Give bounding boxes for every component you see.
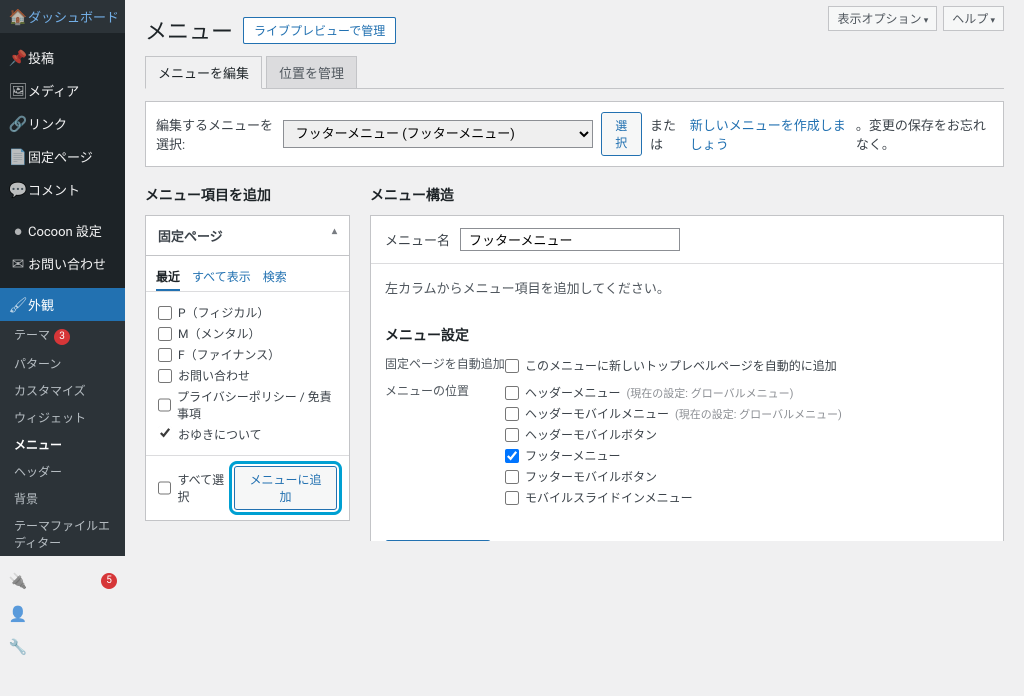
menu-selector-row: 編集するメニューを選択: フッターメニュー (フッターメニュー) 選択 または新… bbox=[145, 101, 1004, 167]
submenu-menus[interactable]: メニュー bbox=[0, 431, 125, 458]
submenu-widgets[interactable]: ウィジェット bbox=[0, 404, 125, 431]
or-text: または bbox=[650, 115, 682, 153]
link-icon: 🔗 bbox=[8, 115, 28, 133]
tab-manage-locations[interactable]: 位置を管理 bbox=[266, 56, 357, 88]
live-preview-button[interactable]: ライブプレビューで管理 bbox=[243, 17, 396, 44]
menu-select-label: 編集するメニューを選択: bbox=[156, 115, 275, 153]
gear-icon: ⚙ bbox=[8, 671, 28, 689]
reminder-text: 。変更の保存をお忘れなく。 bbox=[856, 115, 993, 153]
page-checkbox-item[interactable]: M（メンタル） bbox=[158, 323, 337, 344]
location-checkbox[interactable]: ヘッダーモバイルボタン bbox=[505, 424, 989, 445]
user-icon: 👤 bbox=[8, 605, 28, 623]
checkbox[interactable] bbox=[505, 407, 519, 421]
checkbox[interactable] bbox=[158, 369, 172, 383]
pages-accordion: 固定ページ 最近 すべて表示 検索 P（フィジカル） M（メンタル） F（ファイ… bbox=[145, 215, 350, 521]
page-checkbox-item[interactable]: F（ファイナンス） bbox=[158, 344, 337, 365]
menu-structure-box: メニュー名 左カラムからメニュー項目を追加してください。 メニュー設定 固定ペー… bbox=[370, 215, 1004, 541]
submenu-theme-editor[interactable]: テーマファイルエディター bbox=[0, 512, 125, 556]
checkbox[interactable] bbox=[158, 306, 172, 320]
checkbox[interactable] bbox=[158, 481, 171, 495]
menu-name-input[interactable] bbox=[460, 228, 680, 251]
submenu-header[interactable]: ヘッダー bbox=[0, 458, 125, 485]
wrench-icon: 🔧 bbox=[8, 638, 28, 656]
help-button[interactable]: ヘルプ bbox=[943, 6, 1004, 31]
location-checkbox[interactable]: フッターメニュー bbox=[505, 445, 989, 466]
page-icon: 📄 bbox=[8, 148, 28, 166]
checkbox[interactable] bbox=[505, 470, 519, 484]
tab-edit-menus[interactable]: メニューを編集 bbox=[145, 56, 262, 89]
gauge-icon: 🏠 bbox=[8, 8, 28, 26]
inner-tab-all[interactable]: すべて表示 bbox=[192, 264, 251, 291]
update-badge: 5 bbox=[101, 573, 117, 589]
checkbox[interactable] bbox=[505, 428, 519, 442]
select-all-checkbox[interactable]: すべて選択 bbox=[158, 469, 234, 507]
page-checklist: P（フィジカル） M（メンタル） F（ファイナンス） お問い合わせ プライバシー… bbox=[146, 292, 349, 455]
mail-icon: ✉ bbox=[8, 255, 28, 273]
inner-tab-search[interactable]: 検索 bbox=[263, 264, 287, 291]
sidebar-item-comments[interactable]: 💬コメント bbox=[0, 173, 125, 206]
sidebar-item-posts[interactable]: 📌投稿 bbox=[0, 41, 125, 74]
media-icon: 🖼 bbox=[8, 82, 28, 100]
menu-name-label: メニュー名 bbox=[385, 230, 450, 249]
location-checkbox[interactable]: モバイルスライドインメニュー bbox=[505, 487, 989, 508]
brush-icon: 🖌 bbox=[8, 296, 28, 314]
plug-icon: 🔌 bbox=[8, 572, 28, 590]
select-button[interactable]: 選択 bbox=[601, 112, 642, 156]
menu-structure-title: メニュー構造 bbox=[370, 185, 1004, 205]
auto-add-label: 固定ページを自動追加 bbox=[385, 355, 505, 376]
sidebar-item-appearance[interactable]: 🖌外観 bbox=[0, 288, 125, 321]
location-checkbox[interactable]: ヘッダーモバイルメニュー (現在の設定: グローバルメニュー) bbox=[505, 403, 989, 424]
checkbox[interactable] bbox=[158, 327, 172, 341]
sidebar-item-tools[interactable]: 🔧ツール bbox=[0, 630, 125, 663]
add-items-title: メニュー項目を追加 bbox=[145, 185, 350, 205]
dot-icon: ● bbox=[8, 222, 28, 240]
sidebar-item-settings[interactable]: ⚙設定 bbox=[0, 663, 125, 696]
checkbox[interactable] bbox=[158, 426, 172, 440]
checkbox[interactable] bbox=[505, 491, 519, 505]
admin-sidebar: 🏠ダッシュボード 📌投稿 🖼メディア 🔗リンク 📄固定ページ 💬コメント ●Co… bbox=[0, 0, 125, 541]
checkbox[interactable] bbox=[505, 449, 519, 463]
submenu-patterns[interactable]: パターン bbox=[0, 350, 125, 377]
add-to-menu-button[interactable]: メニューに追加 bbox=[234, 466, 337, 510]
comment-icon: 💬 bbox=[8, 181, 28, 199]
accordion-toggle-pages[interactable]: 固定ページ bbox=[146, 216, 349, 256]
location-checkbox[interactable]: フッターモバイルボタン bbox=[505, 466, 989, 487]
sidebar-item-dashboard[interactable]: 🏠ダッシュボード bbox=[0, 0, 125, 33]
inner-tab-recent[interactable]: 最近 bbox=[156, 264, 180, 291]
sidebar-item-plugins[interactable]: 🔌プラグイン5 bbox=[0, 564, 125, 597]
auto-add-checkbox[interactable]: このメニューに新しいトップレベルページを自動的に追加 bbox=[505, 355, 989, 376]
update-badge: 3 bbox=[54, 329, 70, 345]
highlight-circle bbox=[158, 426, 172, 443]
menu-select[interactable]: フッターメニュー (フッターメニュー) bbox=[283, 120, 593, 148]
sidebar-item-links[interactable]: 🔗リンク bbox=[0, 107, 125, 140]
sidebar-item-users[interactable]: 👤ユーザー bbox=[0, 597, 125, 630]
sidebar-item-contact[interactable]: ✉お問い合わせ bbox=[0, 247, 125, 280]
page-checkbox-item[interactable]: P（フィジカル） bbox=[158, 302, 337, 323]
checkbox[interactable] bbox=[158, 348, 172, 362]
submenu-background[interactable]: 背景 bbox=[0, 485, 125, 512]
main-content: 表示オプション ヘルプ メニュー ライブプレビューで管理 メニューを編集 位置を… bbox=[125, 0, 1024, 541]
sidebar-item-pages[interactable]: 📄固定ページ bbox=[0, 140, 125, 173]
page-checkbox-item[interactable]: おゆきについて bbox=[158, 424, 337, 445]
checkbox[interactable] bbox=[505, 359, 519, 373]
submenu-customize[interactable]: カスタマイズ bbox=[0, 377, 125, 404]
submenu-themes[interactable]: テーマ3 bbox=[0, 321, 125, 350]
nav-tabs: メニューを編集 位置を管理 bbox=[145, 56, 1004, 89]
menu-settings-title: メニュー設定 bbox=[385, 325, 989, 345]
location-label: メニューの位置 bbox=[385, 382, 505, 508]
screen-options-bar: 表示オプション ヘルプ bbox=[828, 6, 1004, 31]
location-checkbox[interactable]: ヘッダーメニュー (現在の設定: グローバルメニュー) bbox=[505, 382, 989, 403]
page-checkbox-item[interactable]: プライバシーポリシー / 免責事項 bbox=[158, 386, 337, 424]
page-title: メニュー bbox=[145, 14, 233, 46]
sidebar-item-cocoon[interactable]: ●Cocoon 設定 bbox=[0, 214, 125, 247]
screen-options-button[interactable]: 表示オプション bbox=[828, 6, 937, 31]
checkbox[interactable] bbox=[158, 398, 171, 412]
checkbox[interactable] bbox=[505, 386, 519, 400]
create-menu-link[interactable]: 新しいメニューを作成しましょう bbox=[690, 115, 848, 153]
empty-state-text: 左カラムからメニュー項目を追加してください。 bbox=[371, 264, 1003, 311]
sidebar-item-media[interactable]: 🖼メディア bbox=[0, 74, 125, 107]
pin-icon: 📌 bbox=[8, 49, 28, 67]
page-checkbox-item[interactable]: お問い合わせ bbox=[158, 365, 337, 386]
